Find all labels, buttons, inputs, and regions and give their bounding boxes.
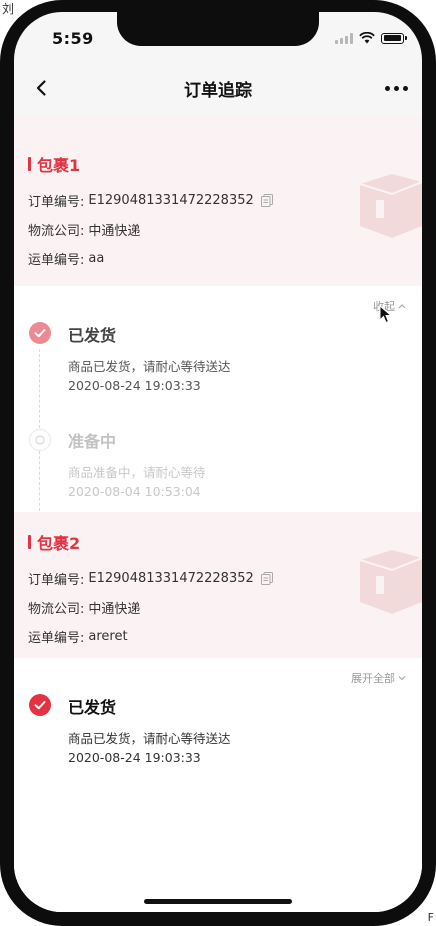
package-title-text: 包裹2 xyxy=(37,534,81,553)
phone-frame: 5:59 订单追踪 包裹1 订单编号: E1290481331472228352… xyxy=(0,0,436,926)
event-time: 2020-08-24 19:03:33 xyxy=(68,378,201,393)
event-description: 商品已发货，请耐心等待送达 xyxy=(68,731,231,746)
package-card-1: 包裹1 订单编号: E1290481331472228352 物流公司: 中通快… xyxy=(14,116,422,286)
package-card-2: 包裹2 订单编号: E1290481331472228352 物流公司: 中通快… xyxy=(14,512,422,658)
package-watermark-icon xyxy=(359,174,422,238)
order-number-value: E1290481331472228352 xyxy=(88,571,254,586)
chevron-down-icon xyxy=(398,676,406,681)
event-time: 2020-08-04 10:53:04 xyxy=(68,484,201,499)
package-title-1: 包裹1 xyxy=(28,152,80,176)
copy-icon[interactable] xyxy=(260,194,273,207)
order-number-row: 订单编号: E1290481331472228352 xyxy=(28,191,273,210)
waybill-value: areret xyxy=(88,629,128,644)
package-title-text: 包裹1 xyxy=(37,156,81,175)
waybill-label: 运单编号: xyxy=(28,631,85,646)
copy-icon[interactable] xyxy=(260,572,273,585)
carrier-value: 中通快递 xyxy=(88,224,141,239)
package-timeline-1: 收起 已发货 商品已发货，请耐心等待送达 2020-08-24 19:03:33… xyxy=(14,286,422,512)
package-title-bar xyxy=(28,157,31,171)
timeline-connector xyxy=(39,451,40,511)
pending-circle-icon xyxy=(29,429,51,451)
nav-bar: 订单追踪 xyxy=(14,60,422,116)
chevron-up-icon xyxy=(398,304,406,309)
carrier-label: 物流公司: xyxy=(28,224,85,239)
order-number-label: 订单编号: xyxy=(28,195,85,210)
package-title-2: 包裹2 xyxy=(28,530,80,554)
home-indicator[interactable] xyxy=(144,899,292,904)
check-circle-icon xyxy=(29,694,51,716)
package-timeline-2: 展开全部 已发货 商品已发货，请耐心等待送达 2020-08-24 19:03:… xyxy=(14,658,422,912)
order-number-label: 订单编号: xyxy=(28,573,85,588)
status-icons xyxy=(335,32,407,44)
expand-all-toggle[interactable]: 展开全部 xyxy=(351,670,406,686)
event-status: 准备中 xyxy=(68,432,117,451)
notch xyxy=(117,12,319,46)
carrier-label: 物流公司: xyxy=(28,602,85,617)
timeline-connector xyxy=(39,349,40,433)
carrier-row: 物流公司: 中通快递 xyxy=(28,598,140,617)
cellular-signal-icon xyxy=(335,32,353,44)
check-circle-icon xyxy=(29,322,51,344)
event-time: 2020-08-24 19:03:33 xyxy=(68,750,201,765)
status-time: 5:59 xyxy=(52,29,94,48)
event-description: 商品已发货，请耐心等待送达 xyxy=(68,359,231,374)
order-number-value: E1290481331472228352 xyxy=(88,193,254,208)
waybill-label: 运单编号: xyxy=(28,253,85,268)
battery-icon xyxy=(381,32,407,44)
content-area: 包裹1 订单编号: E1290481331472228352 物流公司: 中通快… xyxy=(14,116,422,912)
event-status: 已发货 xyxy=(68,326,117,345)
mouse-cursor-icon xyxy=(379,305,393,324)
package-watermark-icon xyxy=(359,550,422,614)
wifi-icon xyxy=(359,32,375,44)
phone-screen: 5:59 订单追踪 包裹1 订单编号: E1290481331472228352… xyxy=(14,12,422,912)
event-status: 已发货 xyxy=(68,698,117,717)
event-description: 商品准备中，请耐心等待 xyxy=(68,465,206,480)
package-title-bar xyxy=(28,535,31,549)
more-dots-icon[interactable] xyxy=(385,86,408,91)
page-title: 订单追踪 xyxy=(184,81,252,101)
carrier-row: 物流公司: 中通快递 xyxy=(28,220,140,239)
waybill-value: aa xyxy=(88,251,105,266)
expand-toggle-label: 展开全部 xyxy=(351,672,395,685)
waybill-row: 运单编号: areret xyxy=(28,627,128,646)
order-number-row: 订单编号: E1290481331472228352 xyxy=(28,569,273,588)
carrier-value: 中通快递 xyxy=(88,602,141,617)
waybill-row: 运单编号: aa xyxy=(28,249,104,268)
